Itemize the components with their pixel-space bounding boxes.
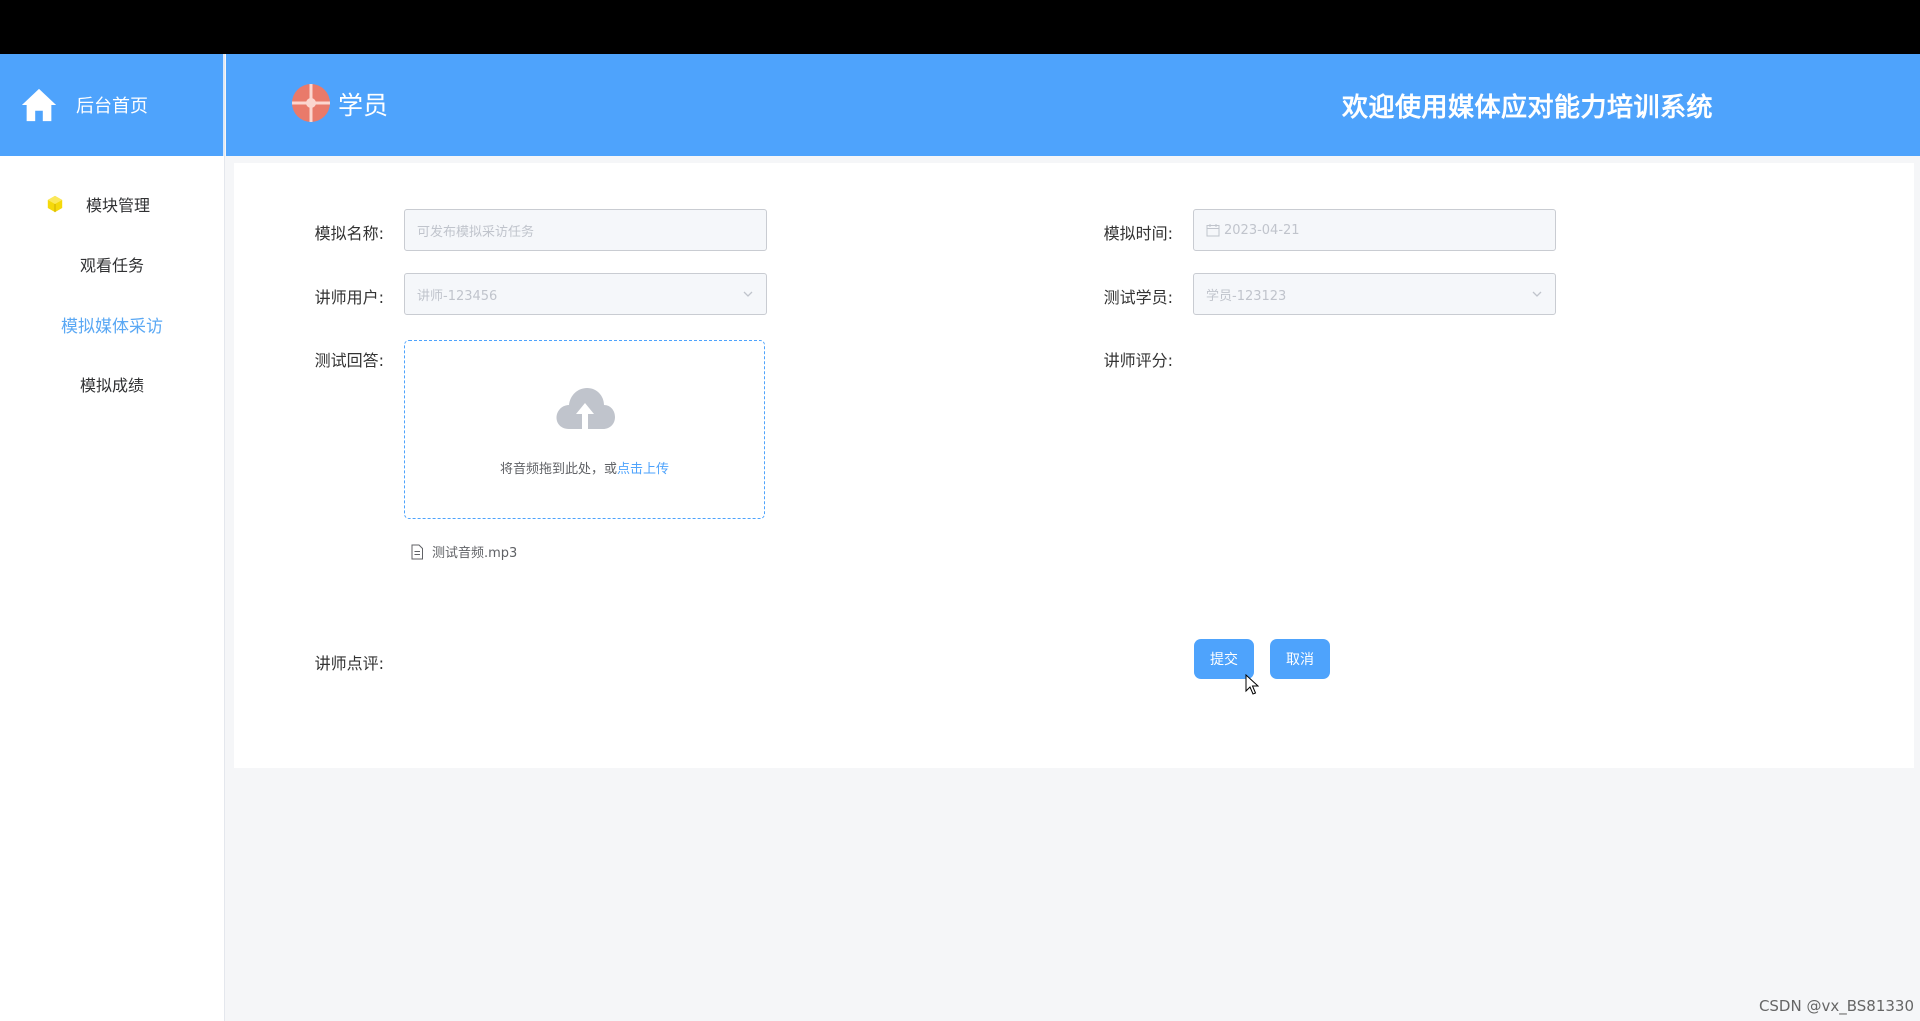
document-icon [411,544,423,559]
sidebar-item-label: 观看任务 [79,256,144,275]
app-container: 后台首页 模块管理 观看任务 模拟媒体采访 模拟成绩 学员 欢迎使用媒体应对能力… [0,54,1920,1021]
mock-name-input[interactable]: 可发布模拟采访任务 [404,209,767,251]
audio-upload-dropzone[interactable]: 将音频拖到此处，或点击上传 [404,340,765,519]
cube-icon [47,195,63,213]
upload-hint-text: 将音频拖到此处，或 [499,462,617,477]
test-answer-label: 测试回答: [314,351,384,370]
form-card: 模拟名称: 可发布模拟采访任务 模拟时间: 2023-04-21 讲师用户: 讲… [234,163,1914,768]
sidebar-item-mock-scores[interactable]: 模拟成绩 [0,354,224,414]
teacher-user-label: 讲师用户: [314,288,384,307]
welcome-banner: 欢迎使用媒体应对能力培训系统 [1342,93,1714,123]
sidebar-menu: 模块管理 观看任务 模拟媒体采访 模拟成绩 [0,156,224,414]
calendar-icon [1206,224,1220,237]
cancel-button[interactable]: 取消 [1270,639,1330,679]
uploaded-file-name: 测试音频.mp3 [432,546,518,561]
uploaded-file-item[interactable]: 测试音频.mp3 [410,542,517,561]
sidebar-item-mock-interview[interactable]: 模拟媒体采访 [0,294,224,354]
chevron-down-icon [1532,291,1542,297]
test-student-value: 学员-123123 [1206,288,1287,304]
page-title: 学员 [338,91,389,120]
sidebar-home-link[interactable]: 后台首页 [0,54,224,156]
teacher-comment-label: 讲师点评: [314,654,384,673]
mock-time-label: 模拟时间: [1103,224,1173,243]
test-student-select[interactable]: 学员-123123 [1193,273,1556,315]
sidebar-item-label: 模拟媒体采访 [61,316,163,337]
sidebar-home-label: 后台首页 [76,96,148,117]
sidebar-item-watch-tasks[interactable]: 观看任务 [0,234,224,294]
cloud-upload-icon [556,388,615,429]
chevron-down-icon [743,291,753,297]
test-student-label: 测试学员: [1103,288,1173,307]
mock-name-label: 模拟名称: [314,224,384,243]
watermark: CSDN @vx_BS81330 [1758,997,1914,1015]
mock-time-value: 2023-04-21 [1224,222,1300,238]
teacher-user-value: 讲师-123456 [417,288,498,304]
home-icon [21,88,57,122]
upload-hint: 将音频拖到此处，或点击上传 [405,458,764,477]
click-to-upload-link[interactable]: 点击上传 [617,462,669,477]
top-header: 学员 欢迎使用媒体应对能力培训系统 [226,54,1920,156]
screen-top-black-bar [0,0,1920,54]
mouse-cursor-icon [1245,674,1259,695]
mock-time-picker[interactable]: 2023-04-21 [1193,209,1556,251]
submit-button[interactable]: 提交 [1194,639,1254,679]
sidebar-item-label: 模拟成绩 [79,376,144,395]
logo-icon [292,84,330,122]
teacher-score-label: 讲师评分: [1103,351,1173,370]
sidebar-item-label: 模块管理 [86,196,151,215]
sidebar: 后台首页 模块管理 观看任务 模拟媒体采访 模拟成绩 [0,54,225,1021]
sidebar-item-module-management[interactable]: 模块管理 [0,174,224,234]
mock-name-placeholder: 可发布模拟采访任务 [417,224,535,240]
teacher-user-select[interactable]: 讲师-123456 [404,273,767,315]
